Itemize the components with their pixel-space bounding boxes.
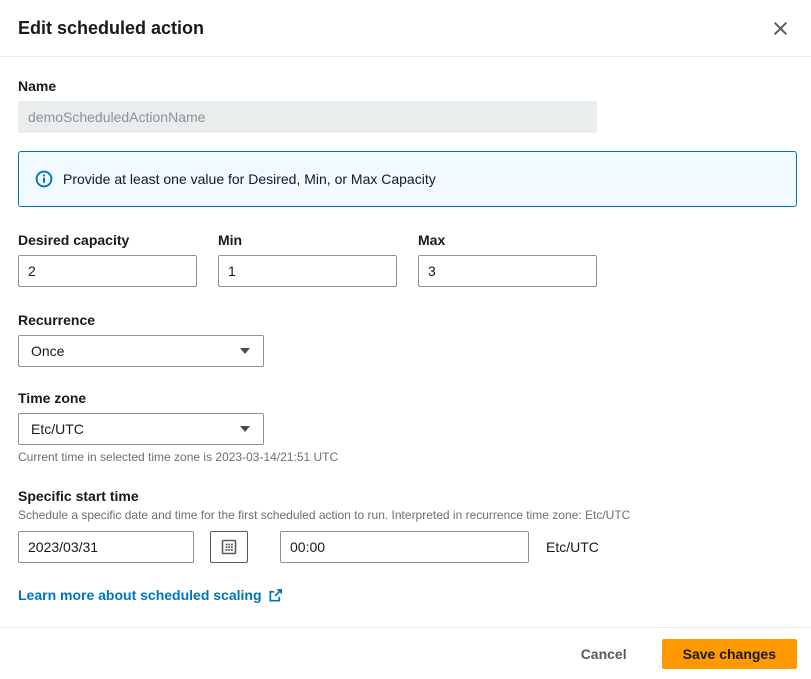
modal-header: Edit scheduled action bbox=[0, 0, 811, 57]
calendar-button[interactable] bbox=[210, 531, 248, 563]
timezone-field-group: Time zone Etc/UTC Current time in select… bbox=[18, 389, 797, 465]
desired-capacity-input[interactable] bbox=[18, 255, 197, 287]
recurrence-field-group: Recurrence Once bbox=[18, 311, 797, 367]
recurrence-label: Recurrence bbox=[18, 311, 797, 329]
info-alert-text: Provide at least one value for Desired, … bbox=[63, 169, 436, 189]
name-label: Name bbox=[18, 77, 797, 95]
timezone-select[interactable]: Etc/UTC bbox=[18, 413, 264, 445]
calendar-icon bbox=[221, 539, 237, 555]
recurrence-select[interactable]: Once bbox=[18, 335, 264, 367]
save-changes-button[interactable]: Save changes bbox=[662, 639, 797, 669]
external-link-icon bbox=[268, 588, 283, 603]
datetime-row: Etc/UTC bbox=[18, 531, 797, 563]
chevron-down-icon bbox=[239, 347, 251, 355]
modal-body: Name Provide at least one value for Desi… bbox=[0, 57, 811, 605]
start-date-input[interactable] bbox=[18, 531, 194, 563]
min-capacity-field-group: Min bbox=[218, 231, 397, 287]
timezone-selected-value: Etc/UTC bbox=[31, 421, 84, 437]
timezone-constraint-text: Current time in selected time zone is 20… bbox=[18, 449, 797, 465]
recurrence-selected-value: Once bbox=[31, 343, 64, 359]
max-input[interactable] bbox=[418, 255, 597, 287]
cancel-button[interactable]: Cancel bbox=[573, 642, 635, 666]
close-button[interactable] bbox=[770, 18, 791, 39]
learn-more-link[interactable]: Learn more about scheduled scaling bbox=[18, 587, 283, 603]
start-time-description: Schedule a specific date and time for th… bbox=[18, 507, 797, 523]
timezone-label: Time zone bbox=[18, 389, 797, 407]
start-time-label: Specific start time bbox=[18, 487, 797, 505]
name-input bbox=[18, 101, 597, 133]
min-input[interactable] bbox=[218, 255, 397, 287]
info-alert: Provide at least one value for Desired, … bbox=[18, 151, 797, 207]
min-label: Min bbox=[218, 231, 397, 249]
desired-capacity-field-group: Desired capacity bbox=[18, 231, 197, 287]
timezone-suffix-text: Etc/UTC bbox=[546, 539, 599, 555]
edit-scheduled-action-modal: Edit scheduled action Name Provide at le… bbox=[0, 0, 811, 679]
max-label: Max bbox=[418, 231, 597, 249]
desired-capacity-label: Desired capacity bbox=[18, 231, 197, 249]
name-field-group: Name bbox=[18, 77, 797, 133]
close-icon bbox=[772, 25, 789, 40]
modal-footer: Cancel Save changes bbox=[0, 627, 811, 679]
info-icon bbox=[35, 170, 53, 188]
modal-title: Edit scheduled action bbox=[18, 17, 204, 39]
start-time-input[interactable] bbox=[280, 531, 529, 563]
capacity-row: Desired capacity Min Max bbox=[18, 231, 797, 287]
max-capacity-field-group: Max bbox=[418, 231, 597, 287]
start-time-field-group: Specific start time Schedule a specific … bbox=[18, 487, 797, 563]
learn-more-link-label: Learn more about scheduled scaling bbox=[18, 587, 262, 603]
chevron-down-icon bbox=[239, 425, 251, 433]
